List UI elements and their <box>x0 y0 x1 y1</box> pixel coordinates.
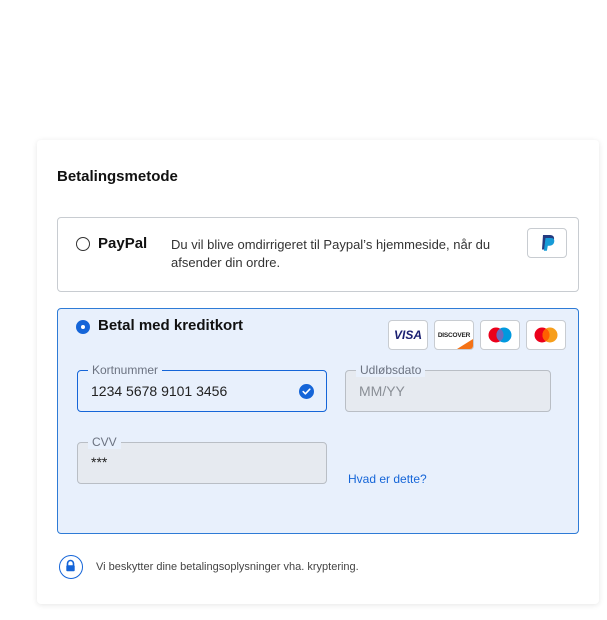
visa-logo-icon: VISA <box>388 320 428 350</box>
expiry-field[interactable]: Udløbsdato MM/YY <box>345 363 551 412</box>
card-number-label: Kortnummer <box>88 363 163 377</box>
paypal-label: PayPal <box>98 235 148 252</box>
card-logos: VISA DISCOVER <box>388 320 566 350</box>
valid-check-icon <box>299 384 314 399</box>
card-number-field[interactable]: Kortnummer 1234 5678 9101 3456 <box>77 363 327 412</box>
paypal-description: Du vil blive omdirrigeret til Paypal’s h… <box>171 237 491 270</box>
cvv-field[interactable]: CVV *** <box>77 435 327 484</box>
credit-card-radio[interactable] <box>76 320 90 334</box>
mastercard-logo-icon <box>526 320 566 350</box>
credit-card-label: Betal med kreditkort <box>98 317 244 334</box>
paypal-radio[interactable] <box>76 237 90 251</box>
cvv-help-link[interactable]: Hvad er dette? <box>348 472 427 486</box>
cvv-value: *** <box>91 454 108 470</box>
discover-logo-icon: DISCOVER <box>434 320 474 350</box>
maestro-logo-icon <box>480 320 520 350</box>
payment-method-card: Betalingsmetode PayPal Du vil blive omdi… <box>37 140 599 604</box>
paypal-option[interactable]: PayPal Du vil blive omdirrigeret til Pay… <box>57 217 579 292</box>
paypal-logo-icon <box>527 228 567 258</box>
lock-icon <box>59 555 83 579</box>
credit-card-option[interactable]: Betal med kreditkort VISA DISCOVER Kortn… <box>57 308 579 534</box>
expiry-placeholder: MM/YY <box>359 383 405 399</box>
cvv-label: CVV <box>88 435 121 449</box>
card-number-value: 1234 5678 9101 3456 <box>91 383 228 399</box>
section-title: Betalingsmetode <box>57 168 178 185</box>
expiry-label: Udløbsdato <box>356 363 426 377</box>
security-text: Vi beskytter dine betalingsoplysninger v… <box>96 561 359 573</box>
security-note: Vi beskytter dine betalingsoplysninger v… <box>59 555 359 579</box>
